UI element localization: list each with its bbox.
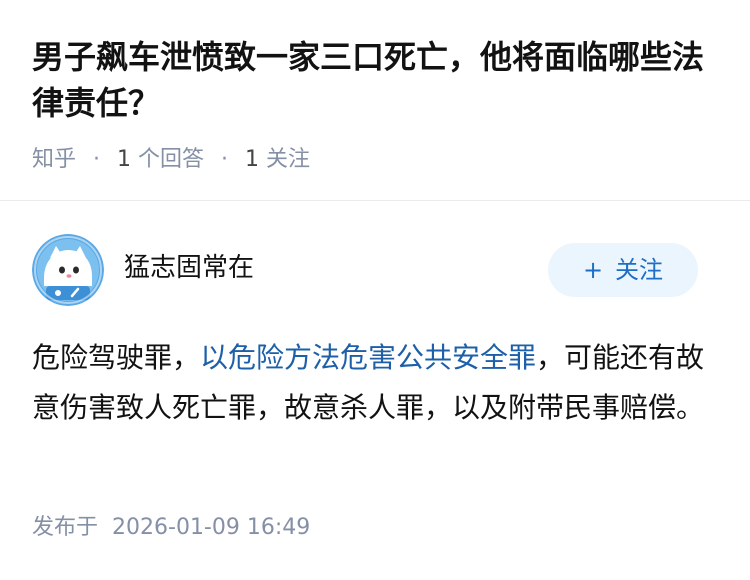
answers-count-label: 个回答 xyxy=(138,147,205,172)
question-title[interactable]: 男子飙车泄愤致一家三口死亡，他将面临哪些法律责任？ xyxy=(32,34,722,126)
author-name[interactable]: 猛志固常在 xyxy=(124,248,254,288)
publish-time: 发布于 2026-01-09 16:49 xyxy=(32,510,310,546)
question-meta: 知乎 · 1 个回答 · 1 关注 xyxy=(32,143,310,177)
follow-button[interactable]: + 关注 xyxy=(548,243,698,297)
answer-inline-link[interactable]: 以危险方法危害公共安全罪 xyxy=(200,341,536,374)
answer-page: 男子飙车泄愤致一家三口死亡，他将面临哪些法律责任？ 知乎 · 1 个回答 · 1… xyxy=(0,0,750,580)
separator-dot: · xyxy=(221,147,229,172)
answer-content: 危险驾驶罪，以危险方法危害公共安全罪，可能还有故意伤害致人死亡罪，故意杀人罪，以… xyxy=(32,333,712,433)
publish-timestamp: 2026-01-09 16:49 xyxy=(112,515,311,540)
separator-dot: · xyxy=(93,147,101,172)
astronaut-cat-avatar-icon xyxy=(32,234,104,306)
followers-count[interactable]: 1 关注 xyxy=(245,147,310,172)
avatar[interactable] xyxy=(32,234,104,306)
source-label: 知乎 xyxy=(32,147,77,172)
plus-icon: + xyxy=(582,256,604,284)
follow-button-label: 关注 xyxy=(615,256,664,284)
publish-label: 发布于 xyxy=(32,515,99,540)
followers-count-label: 关注 xyxy=(266,147,311,172)
answer-text-before-link: 危险驾驶罪， xyxy=(32,341,201,374)
followers-count-number: 1 xyxy=(245,147,260,172)
answers-count-number: 1 xyxy=(117,147,132,172)
question-header: 男子飙车泄愤致一家三口死亡，他将面临哪些法律责任？ 知乎 · 1 个回答 · 1… xyxy=(0,0,750,201)
answers-count[interactable]: 1 个回答 xyxy=(117,147,211,172)
